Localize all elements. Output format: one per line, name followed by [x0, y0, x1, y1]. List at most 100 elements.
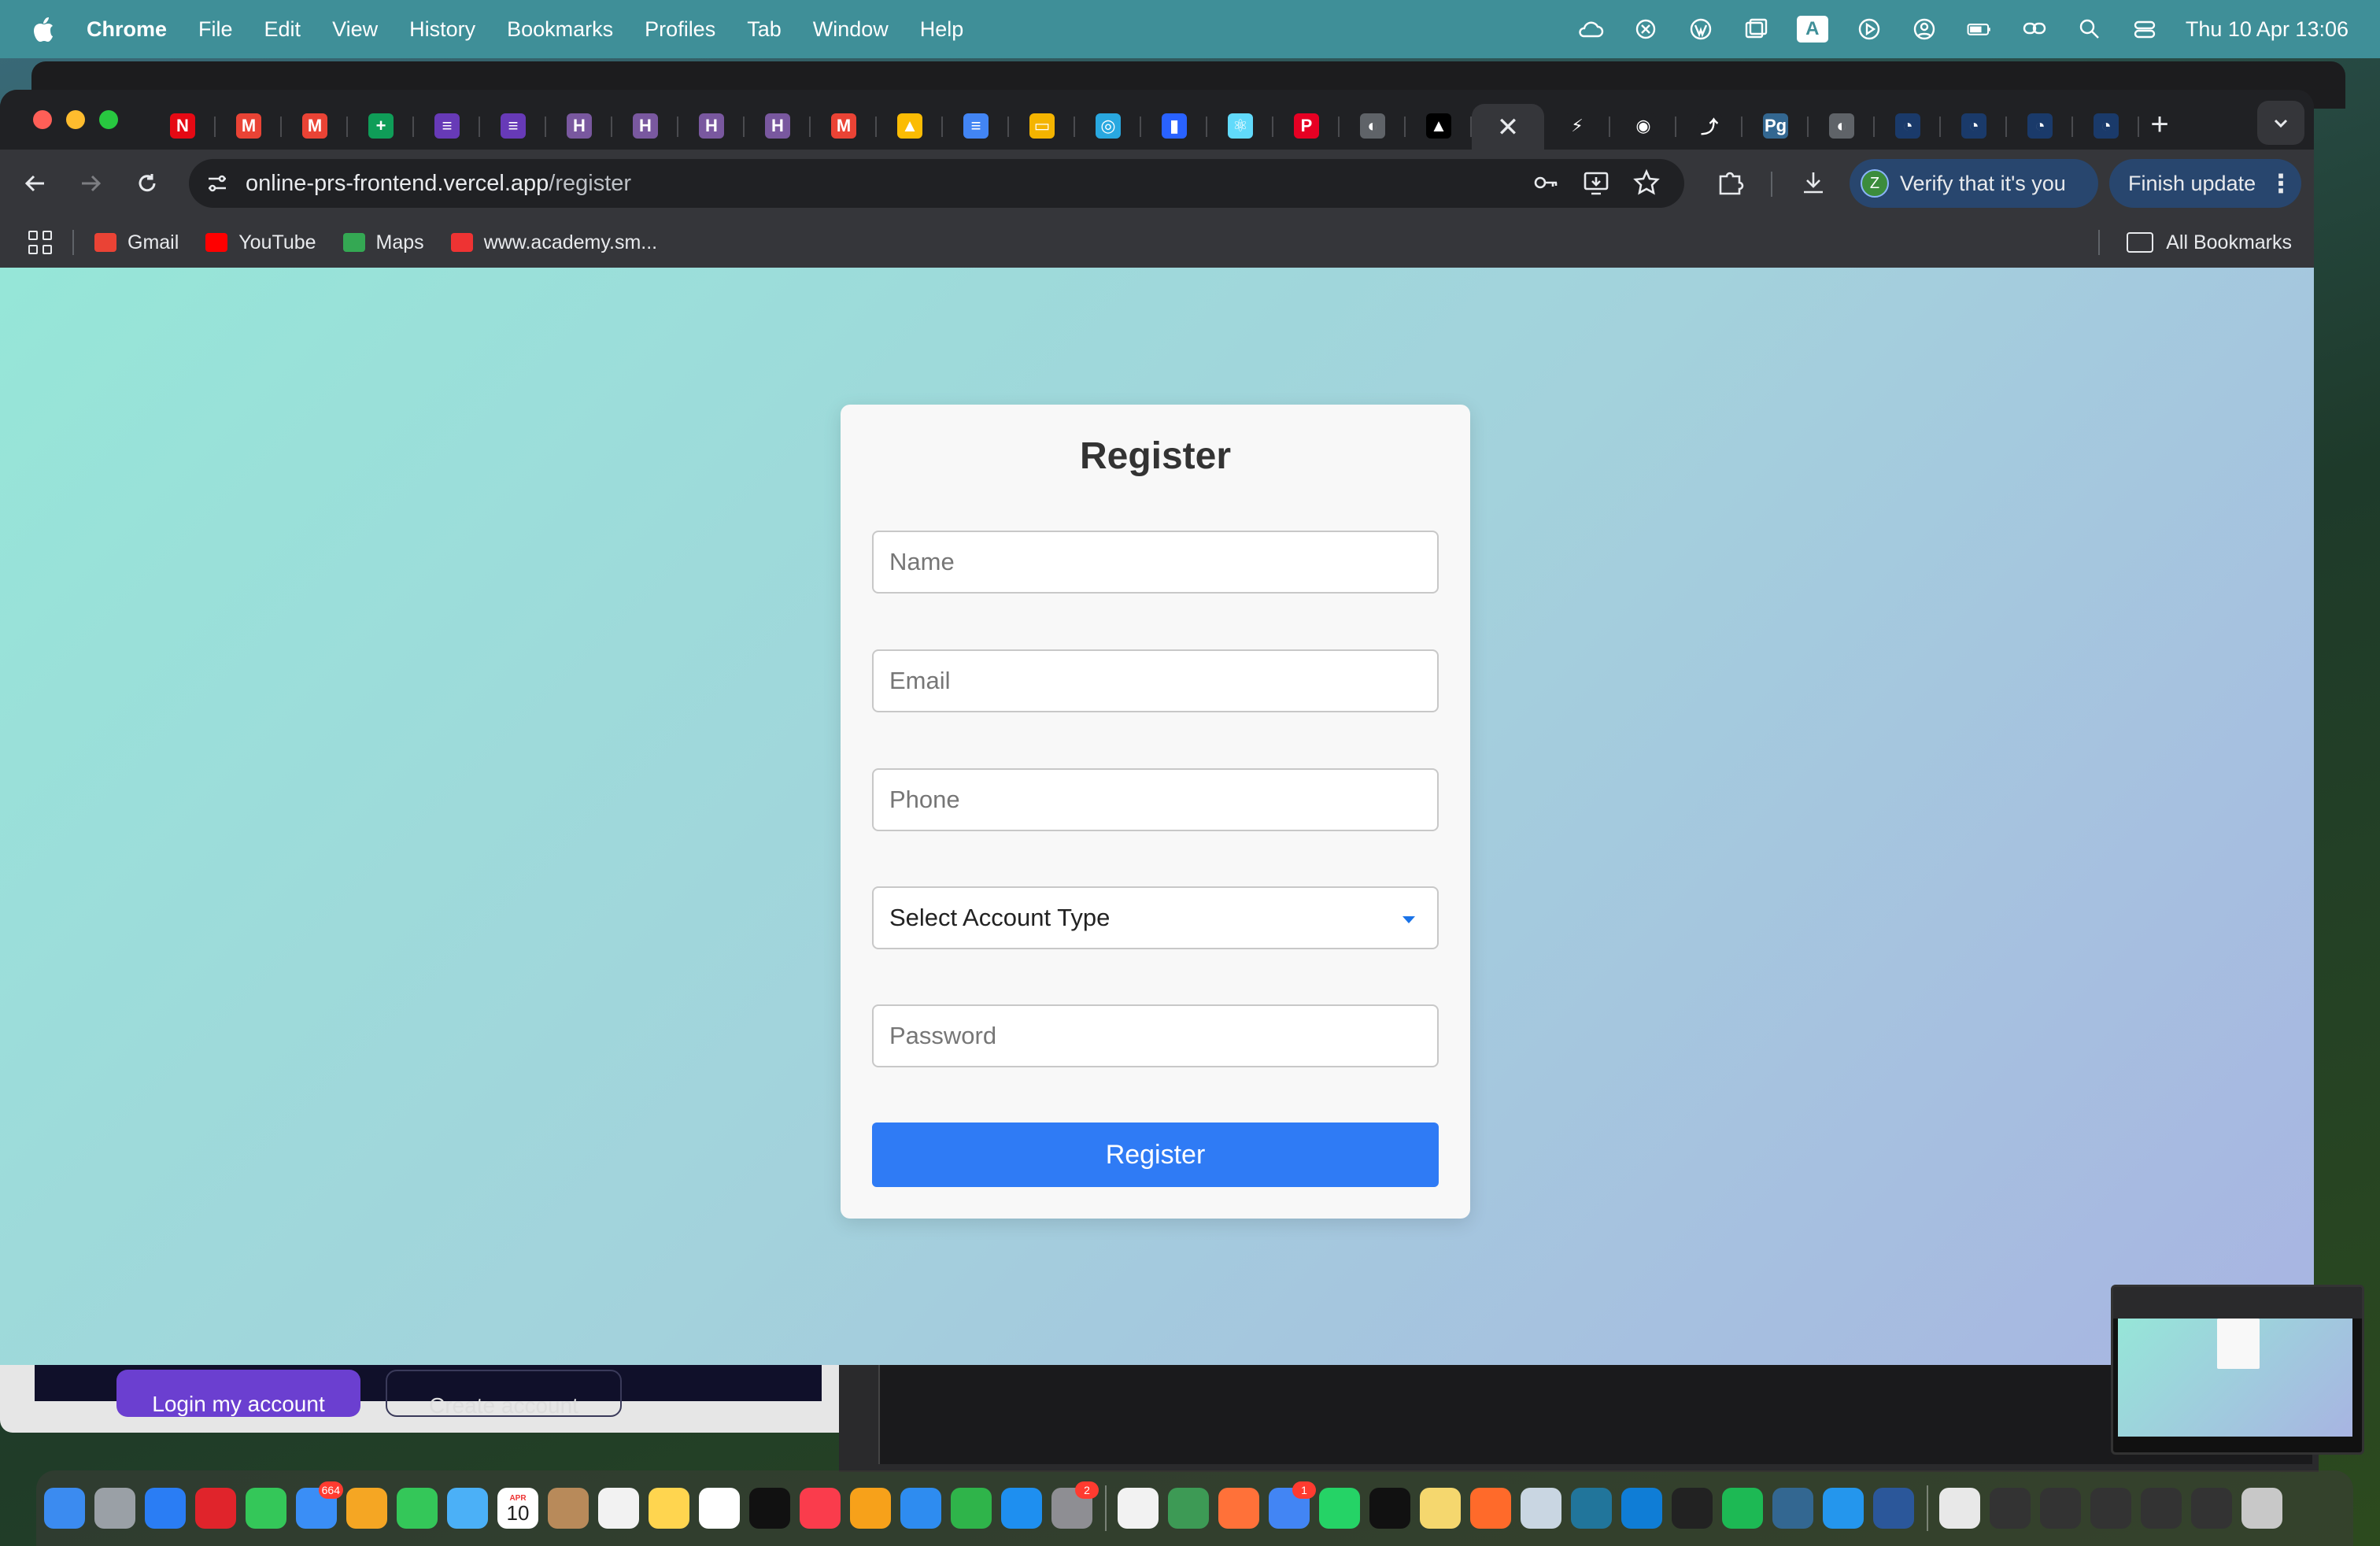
tab[interactable]: ≡: [943, 104, 1009, 148]
downloads-button[interactable]: [1796, 165, 1831, 200]
tab[interactable]: Pg: [1743, 104, 1809, 148]
trash-icon[interactable]: [2241, 1488, 2282, 1529]
whatsapp-icon[interactable]: [1319, 1488, 1360, 1529]
menubar-clock[interactable]: Thu 10 Apr 13:06: [2186, 17, 2349, 42]
menu-view[interactable]: View: [332, 17, 378, 42]
reminders-icon[interactable]: [598, 1488, 639, 1529]
tab[interactable]: ⤴: [1676, 104, 1743, 148]
finish-update-button[interactable]: Finish update ⋮: [2109, 159, 2301, 208]
photos-icon[interactable]: [346, 1488, 387, 1529]
freeform-icon[interactable]: [699, 1488, 740, 1529]
tab[interactable]: ▮: [1141, 104, 1207, 148]
stickies-icon[interactable]: [1420, 1488, 1461, 1529]
tab[interactable]: ▲: [1406, 104, 1472, 148]
minimize-window-button[interactable]: [66, 110, 85, 129]
apple-tv-icon[interactable]: [749, 1488, 790, 1529]
bookmark-item[interactable]: YouTube: [205, 231, 316, 254]
textedit-icon[interactable]: [1118, 1488, 1159, 1529]
install-app-icon[interactable]: [1582, 168, 1610, 197]
window-thumb-icon[interactable]: [2090, 1488, 2131, 1529]
wordpress-icon[interactable]: [1687, 15, 1715, 43]
apps-grid-icon[interactable]: [28, 231, 52, 254]
tab[interactable]: M: [216, 104, 282, 148]
reload-button[interactable]: [129, 165, 165, 202]
search-icon[interactable]: [2075, 15, 2104, 43]
spotify-icon[interactable]: [1722, 1488, 1763, 1529]
layers-icon[interactable]: [1168, 1488, 1209, 1529]
new-tab-button[interactable]: +: [2138, 102, 2182, 146]
bookmark-star-icon[interactable]: [1632, 168, 1661, 197]
menu-help[interactable]: Help: [920, 17, 964, 42]
tab[interactable]: ◐: [1809, 104, 1875, 148]
menu-file[interactable]: File: [198, 17, 233, 42]
play-icon[interactable]: [1855, 15, 1883, 43]
chatgpt-icon[interactable]: [1632, 15, 1660, 43]
tab-active[interactable]: ✕: [1472, 104, 1544, 151]
system-settings-icon[interactable]: 2: [1051, 1481, 1099, 1529]
menu-bookmarks[interactable]: Bookmarks: [507, 17, 613, 42]
apple-menu-icon[interactable]: [31, 15, 55, 43]
mail-icon[interactable]: 664: [296, 1481, 343, 1529]
window-thumb-icon[interactable]: [2040, 1488, 2081, 1529]
menu-profiles[interactable]: Profiles: [645, 17, 715, 42]
url-text[interactable]: online-prs-frontend.vercel.app/register: [246, 171, 631, 197]
tab[interactable]: ◔: [2073, 104, 2139, 148]
email-input[interactable]: [872, 649, 1439, 712]
zoom-window-button[interactable]: [99, 110, 118, 129]
tab[interactable]: ⚛: [1207, 104, 1273, 148]
phone-input[interactable]: [872, 768, 1439, 831]
tab[interactable]: ⚡: [1544, 104, 1610, 148]
bookmark-item[interactable]: Gmail: [94, 231, 179, 254]
all-bookmarks-button[interactable]: All Bookmarks: [2127, 217, 2292, 268]
tab[interactable]: ◔: [1875, 104, 1941, 148]
docker-icon[interactable]: [1823, 1488, 1864, 1529]
messages-icon[interactable]: [246, 1488, 286, 1529]
preview-icon[interactable]: [1521, 1488, 1561, 1529]
document-icon[interactable]: [1939, 1488, 1980, 1529]
tab[interactable]: ≡: [480, 104, 546, 148]
menu-tab[interactable]: Tab: [747, 17, 782, 42]
screen-mirroring-icon[interactable]: [2020, 15, 2049, 43]
pages-icon[interactable]: [850, 1488, 891, 1529]
tab[interactable]: M: [811, 104, 877, 148]
more-menu-icon[interactable]: ⋮: [2268, 168, 2293, 198]
name-input[interactable]: [872, 531, 1439, 594]
window-icon[interactable]: [1742, 15, 1770, 43]
register-button[interactable]: Register: [872, 1123, 1439, 1187]
pencil-app-icon[interactable]: [1470, 1488, 1511, 1529]
launchpad-icon[interactable]: [94, 1488, 135, 1529]
tab[interactable]: ▲: [877, 104, 943, 148]
bookmark-item[interactable]: www.academy.sm...: [450, 231, 657, 254]
tab[interactable]: H: [678, 104, 745, 148]
tab[interactable]: ▭: [1009, 104, 1075, 148]
notes-icon[interactable]: [649, 1488, 689, 1529]
back-button[interactable]: [17, 165, 54, 202]
numbers-icon[interactable]: [951, 1488, 992, 1529]
site-info-icon[interactable]: [203, 169, 231, 198]
password-input[interactable]: [872, 1004, 1439, 1067]
bookmark-item[interactable]: Maps: [342, 231, 424, 254]
app-store-icon[interactable]: [1001, 1488, 1042, 1529]
tab[interactable]: ◔: [2007, 104, 2073, 148]
tab[interactable]: ≡: [414, 104, 480, 148]
opera-icon[interactable]: [195, 1488, 236, 1529]
close-icon[interactable]: ✕: [1497, 112, 1520, 143]
facetime-icon[interactable]: [397, 1488, 438, 1529]
wordpress-icon[interactable]: [1571, 1488, 1612, 1529]
extensions-button[interactable]: [1713, 165, 1747, 200]
chrome-icon[interactable]: 1: [1269, 1481, 1316, 1529]
account-type-select[interactable]: Select Account Type: [872, 886, 1439, 949]
background-login-button[interactable]: Login my account: [116, 1370, 360, 1417]
input-source-icon[interactable]: A: [1796, 16, 1828, 43]
tab[interactable]: ◐: [1340, 104, 1406, 148]
tab[interactable]: H: [546, 104, 612, 148]
background-create-account-button[interactable]: Create account: [386, 1370, 622, 1417]
tab[interactable]: +: [348, 104, 414, 148]
tab[interactable]: ◎: [1075, 104, 1141, 148]
verify-identity-button[interactable]: Z Verify that it's you: [1850, 159, 2098, 208]
window-thumb-icon[interactable]: [1990, 1488, 2031, 1529]
cloud-sync-icon[interactable]: [1576, 15, 1605, 43]
tab[interactable]: H: [612, 104, 678, 148]
contacts-icon[interactable]: [548, 1488, 589, 1529]
vscode-icon[interactable]: [1621, 1488, 1662, 1529]
